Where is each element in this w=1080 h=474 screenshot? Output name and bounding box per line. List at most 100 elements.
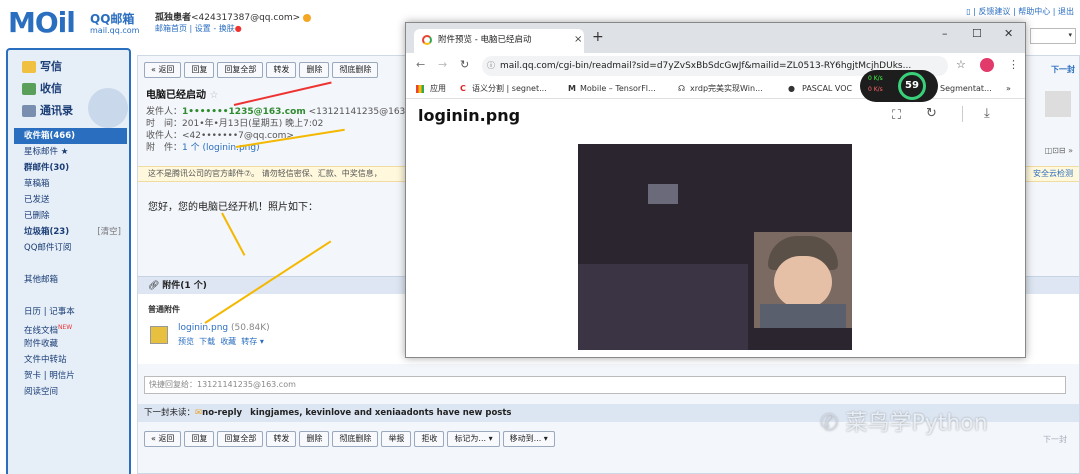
toolbar-button[interactable]: 彻底删除 <box>332 431 379 447</box>
minimize-button[interactable]: – <box>942 27 948 40</box>
favorite-link[interactable]: 收藏 <box>220 337 236 346</box>
back-icon[interactable]: ← <box>416 58 425 71</box>
attach-row: 附 件：1 个 (loginin.png) <box>146 142 435 154</box>
sidebar-folder[interactable]: 已发送 <box>14 192 127 208</box>
next-sender[interactable]: no-reply <box>202 408 242 418</box>
toolbar-button[interactable]: « 返回 <box>144 431 182 447</box>
sidebar-folder[interactable]: 收件箱(466) <box>14 128 127 144</box>
bookmark-segnet[interactable]: 语义分割 | segnet... <box>472 79 547 99</box>
star-icon[interactable]: ☆ <box>209 90 218 101</box>
menu-dots-icon[interactable]: ⋮ <box>1008 58 1019 71</box>
sidebar-folder[interactable]: 群邮件(30) <box>14 160 127 176</box>
sidebar-folder[interactable]: 草稿箱 <box>14 176 127 192</box>
download-link[interactable]: 下载 <box>199 337 215 346</box>
tab-close-icon[interactable]: × <box>574 29 582 51</box>
link-logout[interactable]: 退出 <box>1058 7 1074 16</box>
user-email: <424317387@qq.com> <box>191 13 301 23</box>
sidebar-folder[interactable]: 日历 | 记事本 <box>14 304 127 320</box>
empty-trash-link[interactable]: [清空] <box>97 224 121 240</box>
toolbar-divider <box>962 106 963 122</box>
toolbar-button[interactable]: 移动到... ▾ <box>502 431 555 447</box>
apps-grid-icon[interactable] <box>416 85 424 93</box>
new-tab-button[interactable]: + <box>592 29 604 45</box>
sidebar-folder[interactable]: 已删除 <box>14 208 127 224</box>
toolbar-button[interactable]: 删除 <box>299 431 330 447</box>
mail-headers: 电脑已经启动 ☆ 发件人：1•••••••1235@163.com <13121… <box>146 90 435 154</box>
next-mail-link-top[interactable]: 下一封 <box>1051 64 1075 75</box>
link-feedback[interactable]: 反馈建议 <box>978 7 1010 16</box>
bottom-toolbar: « 返回 回复 回复全部 转发 删除 彻底删除 举报 拒收 标记为... ▾ 移动到... ▾ <box>144 431 555 447</box>
bookmark-star-icon[interactable]: ☆ <box>956 58 966 71</box>
sidebar-folder[interactable]: QQ邮件订阅 <box>14 240 127 256</box>
sidebar-folder[interactable]: 垃圾箱(23) [清空] <box>14 224 127 240</box>
normal-attach-label: 普通附件 <box>148 305 180 314</box>
sidebar-folder[interactable]: 贺卡 | 明信片 <box>14 368 127 384</box>
qq-mail-logo[interactable]: MOil <box>8 6 76 39</box>
bookmark-pascal-voc[interactable]: PASCAL VOC <box>802 79 852 99</box>
link-help[interactable]: 帮助中心 <box>1018 7 1050 16</box>
close-window-button[interactable]: ✕ <box>1004 27 1013 40</box>
toolbar-button[interactable]: 回复 <box>184 431 215 447</box>
toolbar-button[interactable]: 拒收 <box>414 431 445 447</box>
toolbar-button[interactable]: 回复 <box>184 62 215 78</box>
bookmark-segmentation[interactable]: Segmentat... <box>940 79 992 99</box>
from-value[interactable]: 1•••••••1235@163.com <box>182 107 306 117</box>
maximize-button[interactable]: ☐ <box>972 27 982 40</box>
mail-tool-icons[interactable]: ◫⊡⊟ » <box>1045 146 1073 155</box>
toolbar-button[interactable]: 转发 <box>266 62 297 78</box>
mascot-icon <box>88 88 128 128</box>
security-scan-link[interactable]: 安全云检测 <box>1033 167 1073 181</box>
toolbar-button[interactable]: 转发 <box>266 431 297 447</box>
tab-attachment-preview[interactable]: 附件预览 - 电脑已经启动 × <box>414 29 584 53</box>
sidebar-folder[interactable]: 阅读空间 <box>14 384 127 400</box>
more-bookmarks-chevron[interactable]: » <box>1006 79 1011 99</box>
toolbar-button[interactable]: « 返回 <box>144 62 182 78</box>
sidebar-folder[interactable]: 星标邮件 ★ <box>14 144 127 160</box>
sidebar-folder-label: 贺卡 | 明信片 <box>24 371 75 381</box>
toolbar-button[interactable]: 删除 <box>299 62 330 78</box>
phone-icon: ▯ <box>966 7 971 16</box>
link-settings[interactable]: 设置 <box>195 24 211 33</box>
fit-screen-icon[interactable]: ⛶ <box>892 108 901 123</box>
paperclip-icon: 🔗︎ <box>148 281 163 291</box>
bookmark-tensorflow[interactable]: Mobile – TensorFl... <box>580 79 656 99</box>
reload-icon[interactable]: ↻ <box>460 58 469 71</box>
sidebar-folder[interactable]: 其他邮箱 <box>14 272 127 288</box>
save-to-link[interactable]: 转存 ▾ <box>241 337 264 346</box>
m-icon: M <box>568 84 576 93</box>
sidebar-folder-label: 文件中转站 <box>24 355 67 365</box>
inbox-button[interactable]: 收信 <box>22 80 62 96</box>
tab-title: 附件预览 - 电脑已经启动 <box>438 35 532 45</box>
write-button[interactable]: 写信 <box>22 58 62 74</box>
sidebar-folder[interactable]: 附件收藏 <box>14 336 127 352</box>
sidebar-folder[interactable]: 文件中转站 <box>14 352 127 368</box>
time-row: 时 间：201•年•月13日(星期五) 晚上7:02 <box>146 118 435 130</box>
quick-reply-input[interactable]: 快捷回复给：13121141235@163.com <box>144 376 1066 394</box>
toolbar-button[interactable]: 标记为... ▾ <box>447 431 500 447</box>
sidebar-folder-label: 群邮件(30) <box>24 163 70 173</box>
forward-icon[interactable]: → <box>438 58 447 71</box>
bookmark-xrdp[interactable]: xrdp完美实现Win... <box>690 79 763 99</box>
toolbar-button[interactable]: 举报 <box>381 431 412 447</box>
next-mail-link-bottom[interactable]: 下一封 <box>1043 434 1067 445</box>
toolbar-button[interactable]: 回复全部 <box>217 431 264 447</box>
attachments-title: 附件(1 个) <box>162 281 207 291</box>
extension-icon[interactable] <box>980 58 994 72</box>
next-subject[interactable]: kingjames, kevinlove and xeniaadonts hav… <box>250 408 511 418</box>
logo-domain: mail.qq.com <box>90 26 140 35</box>
contacts-button[interactable]: 通讯录 <box>22 102 73 118</box>
bookmark-apps[interactable]: 应用 <box>430 79 446 99</box>
system-monitor-widget[interactable]: 0 K/s 0 K/s 59 <box>860 70 938 102</box>
rotate-icon[interactable]: ↻ <box>926 106 937 121</box>
sidebar-folder[interactable]: 在线文档NEW <box>14 320 127 336</box>
search-input[interactable]: ▾ <box>1030 28 1076 44</box>
file-name-link[interactable]: loginin.png <box>178 323 228 333</box>
download-icon[interactable]: ⤓ <box>984 106 990 121</box>
toolbar-button[interactable]: 回复全部 <box>217 62 264 78</box>
wechat-icon: ✆ <box>820 411 846 436</box>
link-mail-home[interactable]: 邮箱首页 <box>155 24 187 33</box>
toolbar-button[interactable]: 彻底删除 <box>332 62 379 78</box>
watermark-text: 菜鸟学Python <box>845 411 988 436</box>
link-skin[interactable]: 换肤 <box>219 24 235 33</box>
preview-link[interactable]: 预览 <box>178 337 194 346</box>
